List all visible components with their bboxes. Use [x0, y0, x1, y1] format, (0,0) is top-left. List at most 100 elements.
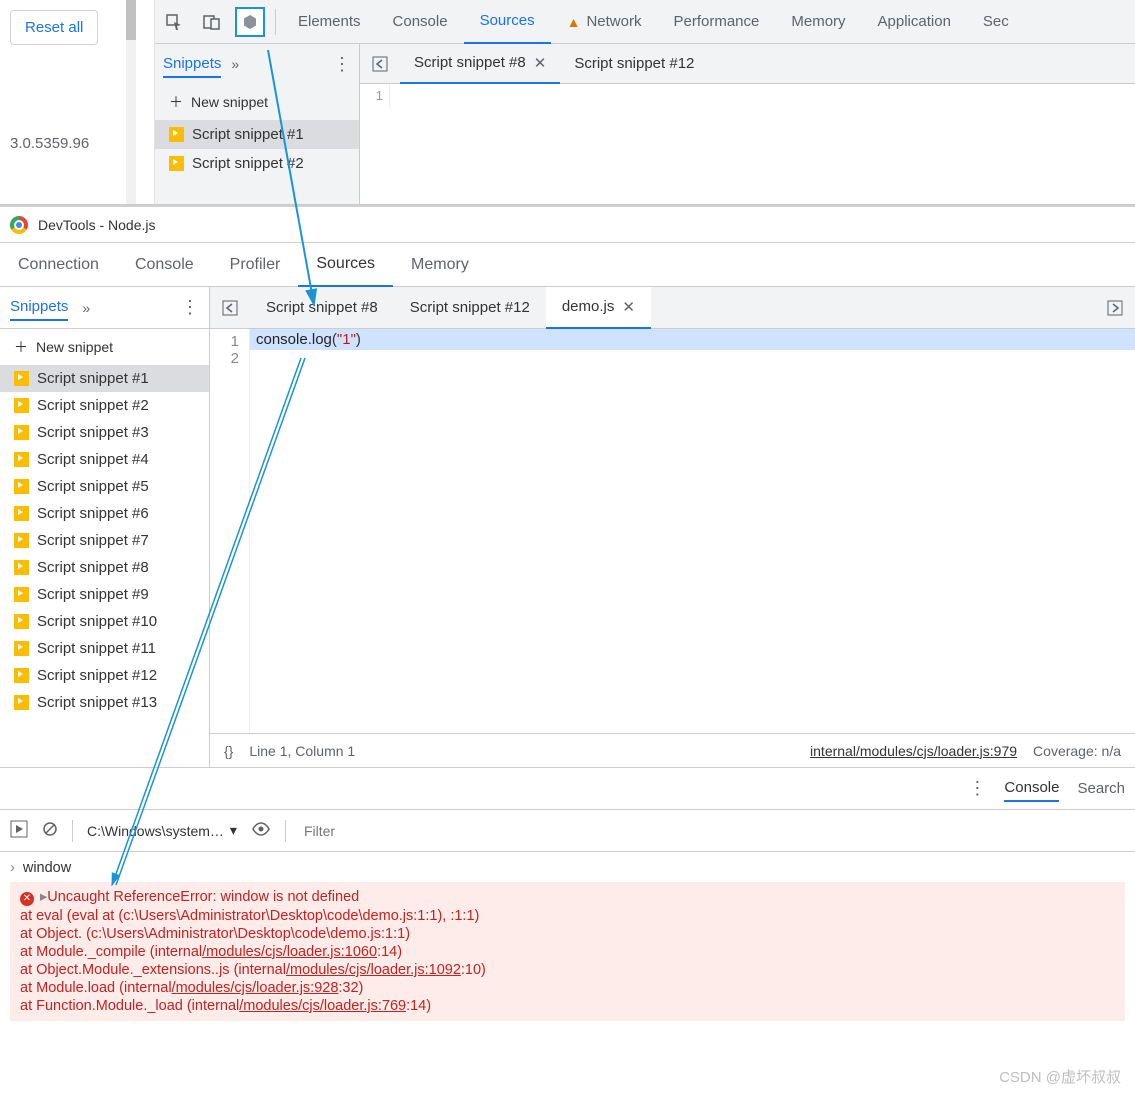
snippet-list: Script snippet #1Script snippet #2Script…: [0, 365, 209, 767]
stack-frame[interactable]: at Module._compile (internal/modules/cjs…: [20, 943, 1115, 961]
stack-frame[interactable]: at eval (eval at (c:\Users\Administrator…: [20, 907, 1115, 925]
tabs-overflow-icon[interactable]: »: [231, 56, 239, 72]
nodejs-icon[interactable]: [235, 7, 265, 37]
tab-memory[interactable]: Memory: [775, 0, 861, 44]
console-drawer: ⋮ Console Search C:\Windows\system…▾ ›wi…: [0, 767, 1135, 1027]
nav-back-icon[interactable]: [216, 294, 244, 322]
snippet-icon: [14, 398, 29, 413]
filter-input[interactable]: [300, 819, 1125, 843]
tab-console[interactable]: Console: [117, 243, 212, 287]
code-editor[interactable]: 1 2 console.log("1"): [210, 329, 1135, 733]
file-tab[interactable]: Script snippet #12: [560, 44, 708, 84]
new-snippet-label: New snippet: [36, 339, 113, 355]
snippet-icon: [14, 506, 29, 521]
tab-network[interactable]: ▲Network: [551, 0, 658, 44]
stack-frame[interactable]: at Object. (c:\Users\Administrator\Deskt…: [20, 925, 1115, 943]
stack-frame[interactable]: at Module.load (internal/modules/cjs/loa…: [20, 979, 1115, 997]
console-input-row[interactable]: ›window: [10, 858, 1125, 878]
coverage-text: Coverage: n/a: [1033, 743, 1121, 759]
snippet-item[interactable]: Script snippet #3: [0, 419, 209, 446]
snippet-list: Script snippet #1Script snippet #2: [155, 120, 359, 178]
search-tab[interactable]: Search: [1077, 776, 1125, 801]
sidebar: Snippets » ⋮ ＋ New snippet Script snippet…: [0, 287, 210, 767]
drawer-tabbar: ⋮ Console Search: [0, 768, 1135, 810]
device-toggle-icon[interactable]: [197, 7, 227, 37]
eye-icon[interactable]: [251, 822, 271, 839]
tabs-overflow-icon[interactable]: »: [82, 300, 90, 316]
scrollbar-thumb[interactable]: [126, 0, 136, 40]
snippet-item[interactable]: Script snippet #2: [0, 392, 209, 419]
tab-elements[interactable]: Elements: [282, 0, 377, 44]
close-icon[interactable]: ✕: [534, 54, 547, 72]
scrollbar-track[interactable]: [126, 0, 136, 204]
tab-profiler[interactable]: Profiler: [212, 243, 299, 287]
tab-console[interactable]: Console: [377, 0, 464, 44]
tab-performance[interactable]: Performance: [657, 0, 775, 44]
plus-icon: ＋: [14, 337, 28, 357]
error-block: ✕▸Uncaught ReferenceError: window is not…: [10, 882, 1125, 1021]
snippet-item[interactable]: Script snippet #2: [155, 149, 359, 178]
snippets-tab[interactable]: Snippets: [163, 51, 221, 78]
tab-sources[interactable]: Sources: [298, 243, 393, 287]
nav-forward-icon[interactable]: [1101, 294, 1129, 322]
kebab-menu-icon[interactable]: ⋮: [333, 54, 351, 75]
console-tab[interactable]: Console: [1004, 775, 1059, 802]
chevron-down-icon: ▾: [230, 822, 237, 839]
sidebar-tabbar: Snippets » ⋮: [0, 287, 209, 329]
pretty-print-icon[interactable]: {}: [224, 743, 233, 759]
snippet-item[interactable]: Script snippet #10: [0, 608, 209, 635]
snippet-item[interactable]: Script snippet #5: [0, 473, 209, 500]
snippet-item[interactable]: Script snippet #8: [0, 554, 209, 581]
tab-connection[interactable]: Connection: [0, 243, 117, 287]
play-icon[interactable]: [10, 820, 28, 841]
kebab-menu-icon[interactable]: ⋮: [968, 778, 986, 799]
snippet-item[interactable]: Script snippet #11: [0, 635, 209, 662]
window-titlebar[interactable]: DevTools - Node.js: [0, 207, 1135, 243]
editor-area: Script snippet #8✕Script snippet #12 1: [360, 44, 1135, 204]
snippet-item[interactable]: Script snippet #6: [0, 500, 209, 527]
caret-icon: ›: [10, 860, 15, 876]
error-icon: ✕: [20, 892, 34, 906]
devtools-tabs: ElementsConsoleSources▲NetworkPerformanc…: [282, 0, 1025, 44]
new-snippet-button[interactable]: ＋New snippet: [155, 84, 359, 120]
snippet-icon: [14, 533, 29, 548]
file-tab[interactable]: Script snippet #8: [250, 287, 394, 329]
inspect-icon[interactable]: [159, 7, 189, 37]
console-controls: C:\Windows\system…▾: [0, 810, 1135, 852]
new-snippet-button[interactable]: ＋ New snippet: [0, 329, 209, 365]
snippets-tab[interactable]: Snippets: [10, 294, 68, 321]
close-icon[interactable]: ✕: [622, 298, 635, 316]
file-tab[interactable]: Script snippet #8✕: [400, 44, 560, 84]
error-header[interactable]: ✕▸Uncaught ReferenceError: window is not…: [20, 888, 1115, 907]
snippet-icon: [14, 371, 29, 386]
nav-back-icon[interactable]: [366, 50, 394, 78]
stack-frame[interactable]: at Function.Module._load (internal/modul…: [20, 997, 1115, 1015]
snippet-item[interactable]: Script snippet #1: [155, 120, 359, 149]
reset-all-button[interactable]: Reset all: [10, 10, 98, 45]
tab-sec[interactable]: Sec: [967, 0, 1025, 44]
kebab-menu-icon[interactable]: ⋮: [181, 297, 199, 318]
sidebar-tabs: Snippets » ⋮: [155, 44, 359, 84]
snippet-item[interactable]: Script snippet #7: [0, 527, 209, 554]
extension-panel: Reset all 3.0.5359.96: [0, 0, 155, 204]
warning-icon: ▲: [567, 14, 581, 30]
snippet-item[interactable]: Script snippet #12: [0, 662, 209, 689]
main-tabs: ConnectionConsoleProfilerSourcesMemory: [0, 243, 1135, 287]
snippet-item[interactable]: Script snippet #4: [0, 446, 209, 473]
file-tab[interactable]: Script snippet #12: [394, 287, 546, 329]
editor: Script snippet #8Script snippet #12demo.…: [210, 287, 1135, 767]
clear-console-icon[interactable]: [42, 821, 58, 840]
tab-memory[interactable]: Memory: [393, 243, 487, 287]
stack-frame[interactable]: at Object.Module._extensions..js (intern…: [20, 961, 1115, 979]
source-link[interactable]: internal/modules/cjs/loader.js:979: [810, 743, 1017, 759]
snippet-item[interactable]: Script snippet #1: [0, 365, 209, 392]
snippet-item[interactable]: Script snippet #9: [0, 581, 209, 608]
line-gutter: 1: [360, 84, 390, 107]
tab-application[interactable]: Application: [862, 0, 967, 44]
snippet-item[interactable]: Script snippet #13: [0, 689, 209, 716]
tab-sources[interactable]: Sources: [464, 0, 551, 44]
snippet-icon: [14, 695, 29, 710]
file-tab[interactable]: demo.js✕: [546, 287, 651, 329]
context-selector[interactable]: C:\Windows\system…▾: [87, 822, 237, 839]
status-bar: {} Line 1, Column 1 internal/modules/cjs…: [210, 733, 1135, 767]
